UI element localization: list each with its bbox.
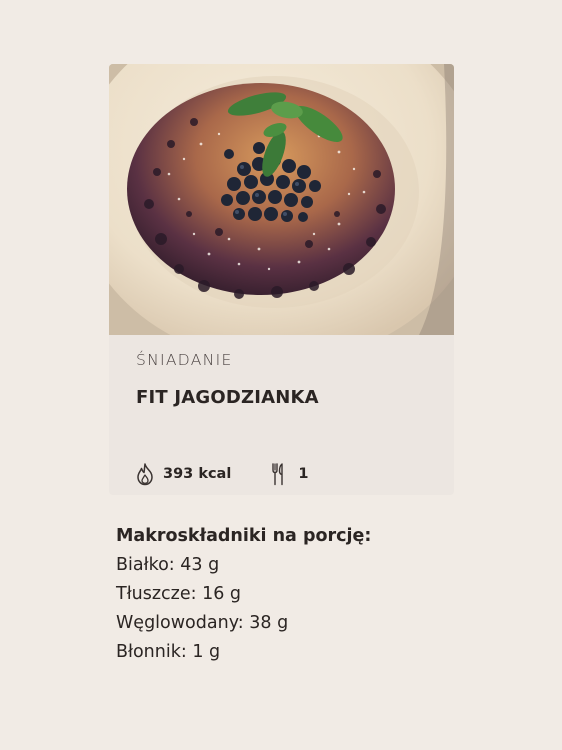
servings-info: 1 <box>271 462 308 486</box>
servings-value: 1 <box>298 466 309 482</box>
cutlery-icon <box>271 462 285 486</box>
macros-heading: Makroskładniki na porcję: <box>116 526 372 546</box>
macro-item-fiber: Błonnik: 1 g <box>116 642 221 662</box>
macro-item-carbs: Węglowodany: 38 g <box>116 613 289 633</box>
macro-item-protein: Białko: 43 g <box>116 555 220 575</box>
macros-section: Makroskładniki na porcję: Białko: 43 g T… <box>116 522 376 667</box>
calories-value: 393 kcal <box>163 466 232 482</box>
recipe-meta: 393 kcal 1 <box>135 462 308 486</box>
calories-info: 393 kcal <box>135 462 231 486</box>
macro-item-fat: Tłuszcze: 16 g <box>116 584 242 604</box>
recipe-photo <box>109 64 454 335</box>
recipe-category: ŚNIADANIE <box>136 351 233 369</box>
recipe-title[interactable]: FIT JAGODZIANKA <box>136 387 319 408</box>
flame-icon <box>135 462 155 486</box>
recipe-card[interactable]: ŚNIADANIE FIT JAGODZIANKA 393 kcal 1 <box>109 64 454 495</box>
